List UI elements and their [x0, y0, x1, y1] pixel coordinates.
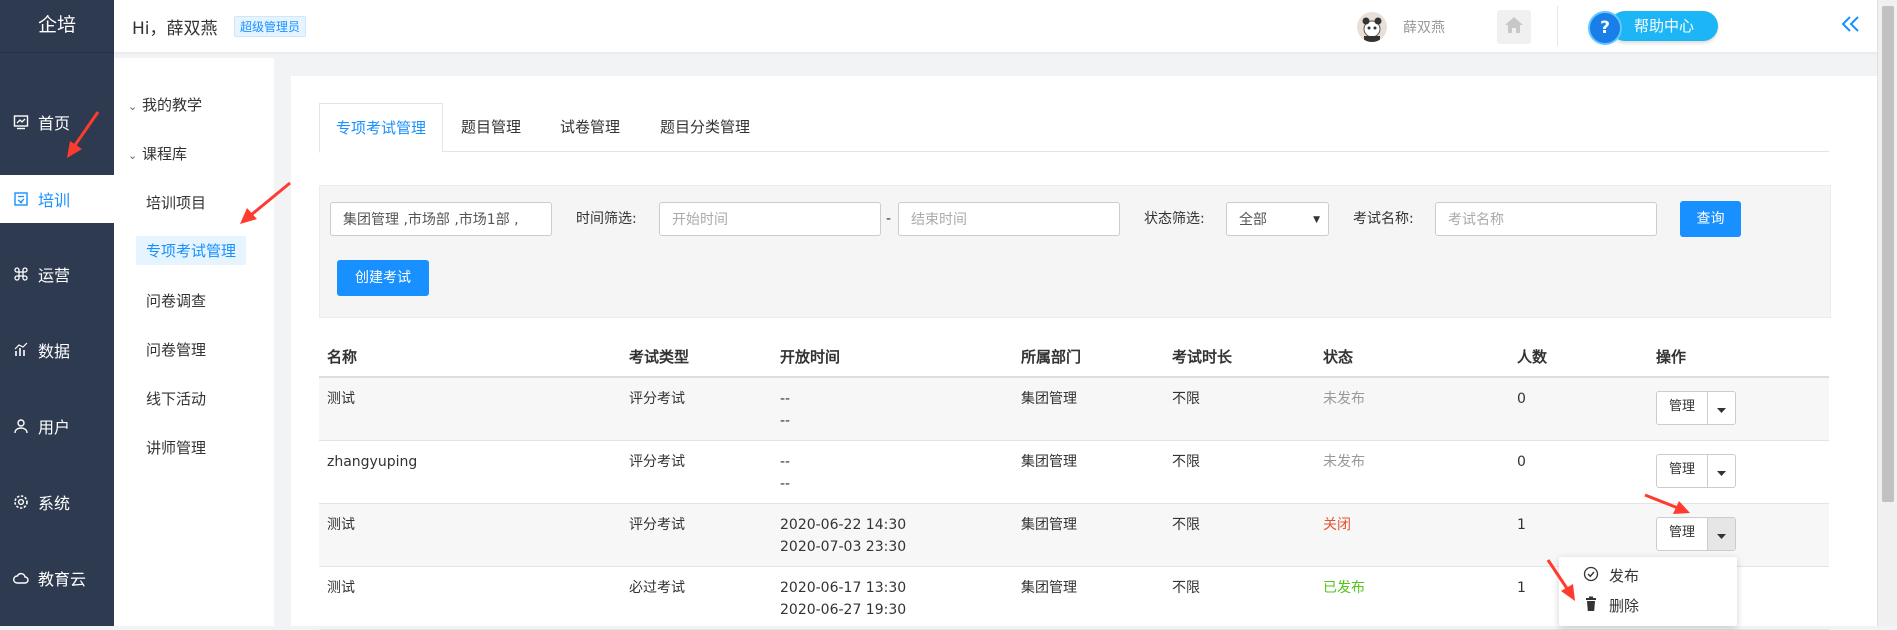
red-arrow-icon [67, 111, 100, 158]
red-arrow-icon [240, 181, 291, 224]
red-arrow-icon [1644, 493, 1690, 514]
annotation-arrows [67, 111, 1690, 601]
page-scrollbar[interactable] [1877, 0, 1897, 626]
red-arrow-icon [1546, 559, 1575, 601]
scrollbar-thumb[interactable] [1882, 6, 1894, 502]
